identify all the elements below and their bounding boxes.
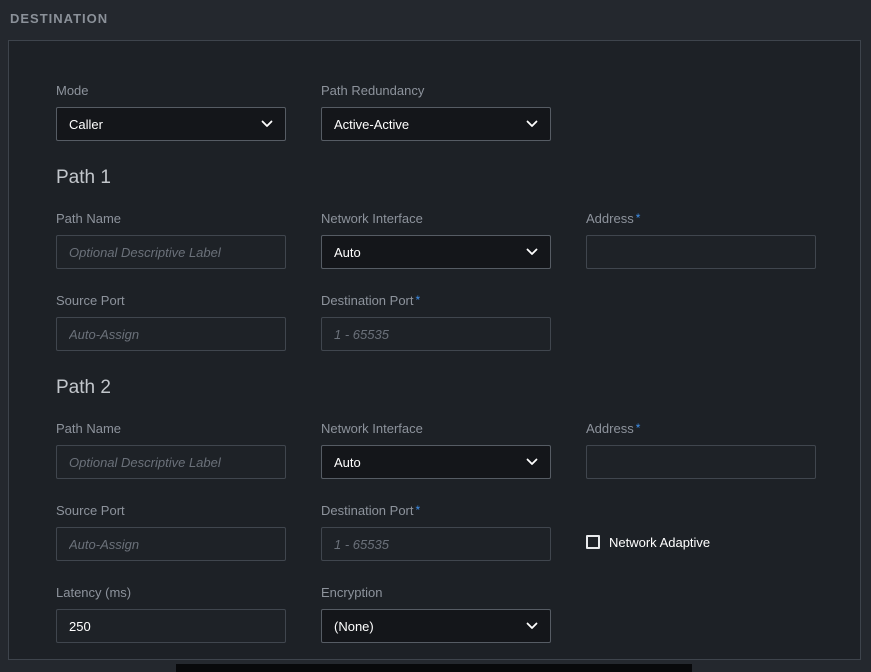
- path1-source-port-field: Source Port: [56, 293, 286, 351]
- required-asterisk: *: [636, 421, 641, 435]
- path2-network-interface-select-value: Auto: [334, 455, 361, 470]
- path2-address-label-text: Address: [586, 421, 634, 436]
- path1-name-field: Path Name: [56, 211, 286, 269]
- chevron-down-icon: [261, 120, 273, 128]
- network-adaptive-checkbox-row[interactable]: Network Adaptive: [586, 525, 816, 559]
- encryption-select-value: (None): [334, 619, 374, 634]
- path1-destination-port-label-text: Destination Port: [321, 293, 414, 308]
- chevron-down-icon: [526, 120, 538, 128]
- path-redundancy-select-value: Active-Active: [334, 117, 409, 132]
- path2-destination-port-field: Destination Port*: [321, 503, 551, 561]
- path2-network-interface-field: Network Interface Auto: [321, 421, 551, 479]
- path2-row1: Path Name Network Interface Auto Address…: [56, 421, 813, 479]
- path2-network-interface-label: Network Interface: [321, 421, 551, 436]
- path2-network-interface-select[interactable]: Auto: [321, 445, 551, 479]
- chevron-down-icon: [526, 458, 538, 466]
- path2-source-port-label: Source Port: [56, 503, 286, 518]
- network-adaptive-checkbox[interactable]: [586, 535, 600, 549]
- path1-network-interface-select-value: Auto: [334, 245, 361, 260]
- bottom-bar: [176, 664, 692, 672]
- network-adaptive-label: Network Adaptive: [609, 535, 710, 550]
- path-redundancy-field: Path Redundancy Active-Active: [321, 83, 551, 141]
- path2-heading: Path 2: [56, 377, 813, 399]
- path1-heading: Path 1: [56, 167, 813, 189]
- path2-name-field: Path Name: [56, 421, 286, 479]
- path1-address-label-text: Address: [586, 211, 634, 226]
- latency-input[interactable]: [56, 609, 286, 643]
- path1-source-port-input[interactable]: [56, 317, 286, 351]
- required-asterisk: *: [416, 293, 421, 307]
- path1-destination-port-input[interactable]: [321, 317, 551, 351]
- path1-name-input[interactable]: [56, 235, 286, 269]
- path1-network-interface-select[interactable]: Auto: [321, 235, 551, 269]
- path2-destination-port-label: Destination Port*: [321, 503, 551, 518]
- path1-network-interface-field: Network Interface Auto: [321, 211, 551, 269]
- path1-address-field: Address*: [586, 211, 816, 269]
- path2-destination-port-input[interactable]: [321, 527, 551, 561]
- path-redundancy-select[interactable]: Active-Active: [321, 107, 551, 141]
- path2-address-field: Address*: [586, 421, 816, 479]
- required-asterisk: *: [416, 503, 421, 517]
- mode-label: Mode: [56, 83, 286, 98]
- path2-source-port-field: Source Port: [56, 503, 286, 561]
- path1-name-label: Path Name: [56, 211, 286, 226]
- path2-address-label: Address*: [586, 421, 816, 436]
- latency-field: Latency (ms): [56, 585, 286, 643]
- path1-source-port-label: Source Port: [56, 293, 286, 308]
- path2-source-port-input[interactable]: [56, 527, 286, 561]
- encryption-select[interactable]: (None): [321, 609, 551, 643]
- path1-network-interface-label: Network Interface: [321, 211, 551, 226]
- encryption-field: Encryption (None): [321, 585, 551, 643]
- path1-row1: Path Name Network Interface Auto Address…: [56, 211, 813, 269]
- required-asterisk: *: [636, 211, 641, 225]
- path1-row2: Source Port Destination Port*: [56, 293, 813, 351]
- mode-row: Mode Caller Path Redundancy Active-Activ…: [56, 83, 813, 141]
- destination-section-title: DESTINATION: [10, 11, 108, 26]
- mode-select-value: Caller: [69, 117, 103, 132]
- mode-field: Mode Caller: [56, 83, 286, 141]
- encryption-label: Encryption: [321, 585, 551, 600]
- destination-panel: Mode Caller Path Redundancy Active-Activ…: [8, 40, 861, 660]
- chevron-down-icon: [526, 622, 538, 630]
- path1-destination-port-label: Destination Port*: [321, 293, 551, 308]
- path2-address-input[interactable]: [586, 445, 816, 479]
- path2-name-label: Path Name: [56, 421, 286, 436]
- path2-row2: Source Port Destination Port* Network Ad…: [56, 503, 813, 561]
- path1-address-label: Address*: [586, 211, 816, 226]
- chevron-down-icon: [526, 248, 538, 256]
- latency-label: Latency (ms): [56, 585, 286, 600]
- path1-address-input[interactable]: [586, 235, 816, 269]
- path2-destination-port-label-text: Destination Port: [321, 503, 414, 518]
- mode-select[interactable]: Caller: [56, 107, 286, 141]
- path1-destination-port-field: Destination Port*: [321, 293, 551, 351]
- latency-encryption-row: Latency (ms) Encryption (None): [56, 585, 813, 643]
- path2-name-input[interactable]: [56, 445, 286, 479]
- path-redundancy-label: Path Redundancy: [321, 83, 551, 98]
